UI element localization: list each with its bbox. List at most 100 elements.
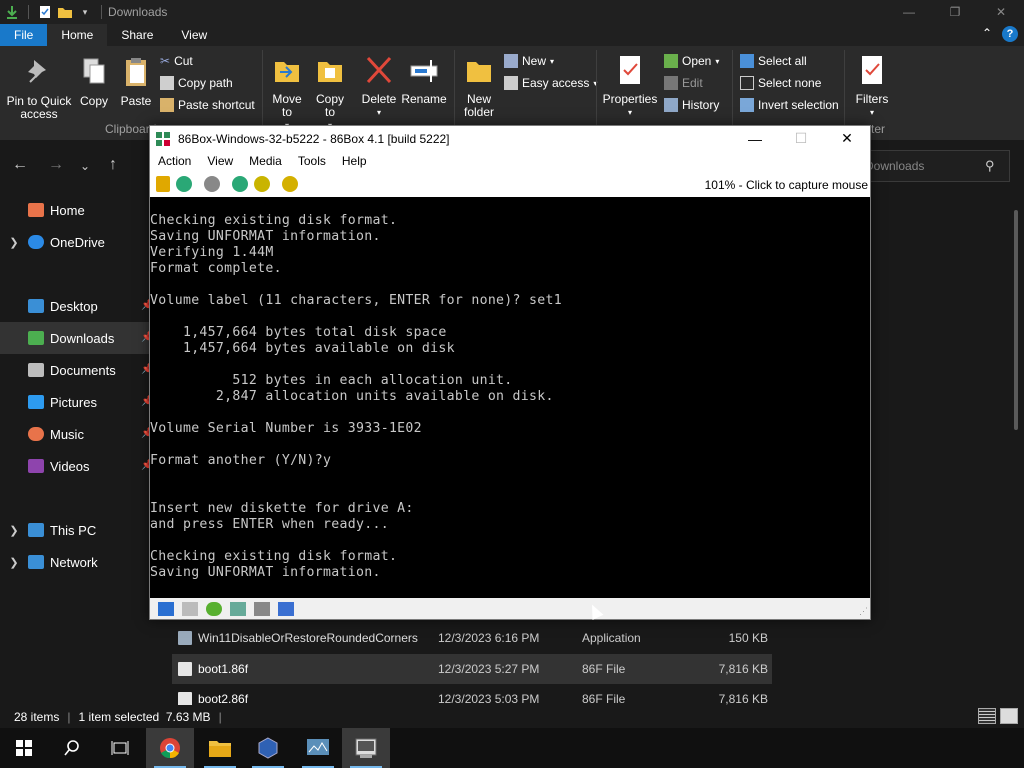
select-all-button[interactable]: Select all (740, 54, 807, 68)
download-arrow-icon[interactable] (4, 4, 20, 20)
new-item-button[interactable]: New ▾ (504, 54, 554, 68)
copy-path-button[interactable]: Copy path (160, 76, 233, 90)
pause-icon[interactable] (156, 176, 170, 192)
item-count: 28 items (14, 710, 60, 724)
move-to-button[interactable]: Move to ▾ (268, 54, 306, 132)
emulated-dos-screen[interactable]: Checking existing disk format. Saving UNF… (150, 197, 870, 598)
floppy-drive-b-icon[interactable] (182, 601, 198, 616)
copy-button[interactable]: Copy (74, 56, 114, 108)
reset-icon[interactable] (176, 176, 192, 192)
delete-button[interactable]: Delete ▾ (358, 54, 400, 119)
home-icon (28, 203, 44, 217)
file-explorer-taskbar-button[interactable] (196, 728, 244, 768)
tab-share[interactable]: Share (107, 24, 167, 46)
paste-shortcut-button[interactable]: Paste shortcut (160, 98, 255, 112)
sidebar-item-documents[interactable]: Documents (0, 354, 152, 386)
filters-button[interactable]: Filters ▾ (850, 54, 894, 119)
resize-grip-icon[interactable]: ⋰ (859, 606, 868, 617)
sound-icon[interactable] (278, 601, 294, 616)
settings-gear-icon[interactable] (282, 176, 298, 192)
properties-icon (620, 56, 640, 84)
properties-button[interactable]: Properties ▾ (602, 54, 658, 119)
sidebar-item-this-pc[interactable]: ❯ This PC (0, 514, 152, 546)
recent-locations-chevron-icon[interactable]: ⌄ (80, 159, 90, 173)
sidebar-item-desktop[interactable]: Desktop (0, 290, 152, 322)
86box-maximize-button[interactable]: ☐ (778, 126, 824, 151)
ctrl-alt-del-icon[interactable] (232, 176, 248, 192)
menu-help[interactable]: Help (334, 154, 375, 168)
start-button[interactable] (0, 728, 48, 768)
floppy-drive-icon[interactable] (158, 601, 174, 616)
chevron-down-icon: ▾ (869, 108, 874, 117)
open-button[interactable]: Open ▾ (664, 54, 719, 68)
history-button[interactable]: History (664, 98, 719, 112)
sidebar-item-network[interactable]: ❯ Network (0, 546, 152, 578)
customize-toolbar-chevron-icon[interactable]: ▾ (77, 4, 93, 20)
sidebar-item-label: Desktop (50, 298, 98, 314)
resource-monitor-taskbar-button[interactable] (294, 728, 342, 768)
edit-button[interactable]: Edit (664, 76, 703, 90)
new-folder-icon (467, 62, 491, 82)
search-icon (64, 740, 79, 756)
properties-quick-icon[interactable] (37, 4, 53, 20)
menu-view[interactable]: View (199, 154, 241, 168)
pin-to-quick-access-button[interactable]: Pin to Quick access (4, 56, 74, 121)
screen-line: and press ENTER when ready... (150, 517, 389, 532)
86box-taskbar-button[interactable] (342, 728, 390, 768)
collapse-ribbon-chevron-icon[interactable]: ⌃ (982, 26, 992, 42)
menu-action[interactable]: Action (150, 154, 199, 168)
select-none-button[interactable]: Select none (740, 76, 821, 90)
help-icon[interactable]: ? (1002, 26, 1018, 42)
tab-view[interactable]: View (167, 24, 221, 46)
86box-statusbar: ⋰ (150, 598, 870, 619)
sidebar-item-home[interactable]: Home (0, 194, 152, 226)
cut-button[interactable]: ✂ Cut (160, 54, 193, 68)
sidebar-item-videos[interactable]: Videos (0, 450, 152, 482)
expand-chevron-icon[interactable]: ❯ (0, 524, 28, 537)
copy-to-label: Copy to (315, 92, 344, 119)
new-folder-button[interactable]: New folder (458, 54, 500, 119)
vertical-scrollbar[interactable] (1014, 210, 1018, 430)
tab-home[interactable]: Home (47, 24, 108, 46)
power-icon[interactable] (204, 176, 220, 192)
details-view-icon[interactable] (978, 708, 996, 724)
ctrl-alt-esc-icon[interactable] (254, 176, 270, 192)
file-row[interactable]: Win11DisableOrRestoreRoundedCorners 12/3… (172, 623, 772, 653)
capture-mouse-hint[interactable]: 101% - Click to capture mouse (705, 178, 868, 192)
ribbon-divider (596, 50, 597, 134)
chrome-taskbar-button[interactable] (146, 728, 194, 768)
invert-selection-button[interactable]: Invert selection (740, 98, 839, 112)
rename-button[interactable]: Rename (400, 54, 448, 106)
forward-arrow-icon[interactable]: → (48, 156, 64, 174)
back-arrow-icon[interactable]: ← (12, 156, 28, 174)
menu-media[interactable]: Media (241, 154, 290, 168)
network-card-icon[interactable] (254, 601, 270, 616)
up-arrow-icon[interactable]: ↑ (109, 156, 117, 174)
copy-to-button[interactable]: Copy to ▾ (310, 54, 350, 132)
search-icon[interactable]: ⚲ (985, 158, 995, 174)
task-view-button[interactable] (96, 728, 144, 768)
large-icons-view-icon[interactable] (1000, 708, 1018, 724)
86box-minimize-button[interactable]: — (732, 126, 778, 151)
sidebar-item-music[interactable]: Music (0, 418, 152, 450)
file-row[interactable]: boot1.86f 12/3/2023 5:27 PM 86F File 7,8… (172, 654, 772, 684)
file-row[interactable]: boot2.86f 12/3/2023 5:03 PM 86F File 7,8… (172, 685, 772, 705)
sidebar-item-onedrive[interactable]: ❯ OneDrive (0, 226, 152, 258)
virtualbox-taskbar-button[interactable] (244, 728, 292, 768)
paste-button[interactable]: Paste (116, 56, 156, 108)
86box-close-button[interactable]: ✕ (824, 126, 870, 151)
close-button[interactable]: ✕ (978, 0, 1024, 24)
expand-chevron-icon[interactable]: ❯ (0, 556, 28, 569)
tab-file[interactable]: File (0, 24, 48, 46)
search-button[interactable] (48, 728, 96, 768)
sidebar-item-downloads[interactable]: Downloads (0, 322, 152, 354)
expand-chevron-icon[interactable]: ❯ (0, 236, 28, 249)
easy-access-button[interactable]: Easy access ▾ (504, 76, 597, 90)
minimize-button[interactable]: — (886, 0, 932, 24)
new-folder-quick-icon[interactable] (57, 4, 73, 20)
cdrom-icon[interactable] (206, 601, 222, 616)
hard-disk-icon[interactable] (230, 601, 246, 616)
menu-tools[interactable]: Tools (290, 154, 334, 168)
maximize-button[interactable]: ❐ (932, 0, 978, 24)
sidebar-item-pictures[interactable]: Pictures (0, 386, 152, 418)
